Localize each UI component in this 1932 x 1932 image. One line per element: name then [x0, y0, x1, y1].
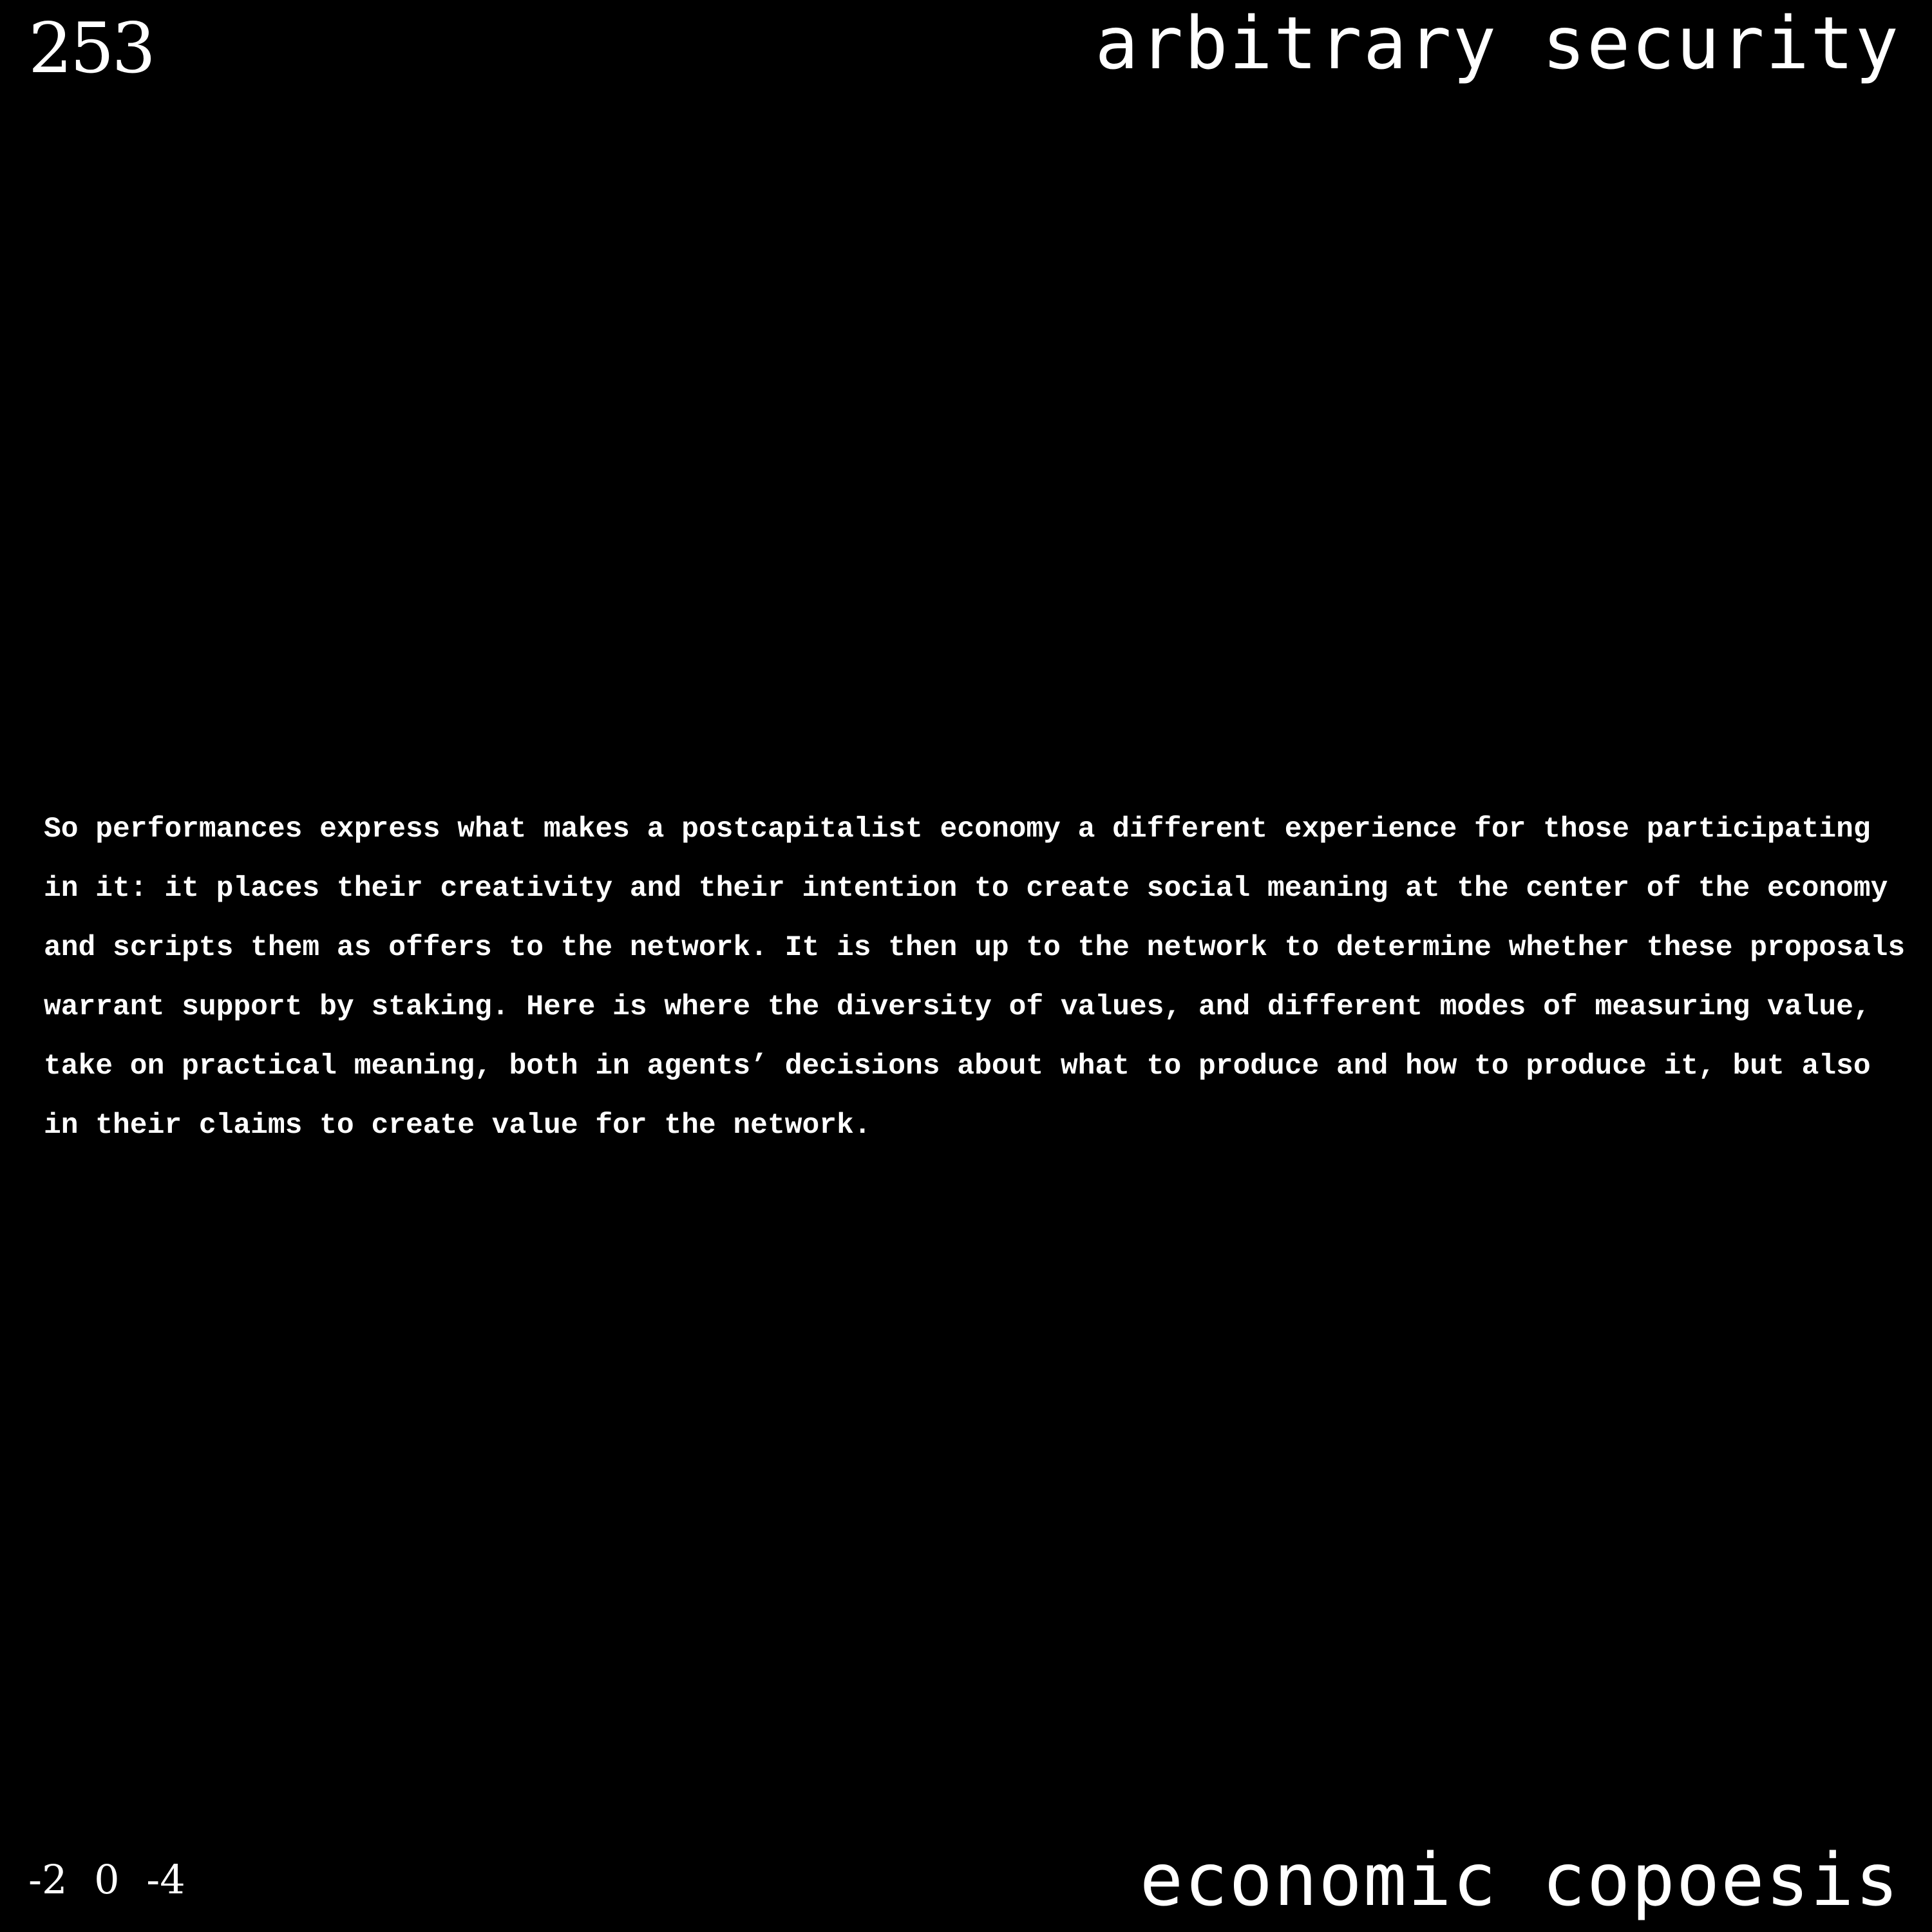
- body-line: So performances express what makes a pos…: [44, 813, 1871, 846]
- body-line: in their claims to create value for the …: [44, 1110, 871, 1142]
- footer-title: economic copoesis: [1139, 1839, 1900, 1922]
- body-line: and scripts them as offers to the networ…: [44, 932, 1906, 964]
- body-line: warrant support by staking. Here is wher…: [44, 991, 1871, 1023]
- body-line: in it: it places their creativity and th…: [44, 873, 1888, 905]
- section-title: arbitrary security: [1095, 2, 1900, 86]
- body-line: take on practical meaning, both in agent…: [44, 1050, 1871, 1083]
- footer-coordinates: -2 0 -4: [28, 1856, 185, 1903]
- page-number: 253: [28, 8, 156, 89]
- body-paragraph: So performances express what makes a pos…: [44, 800, 1906, 1155]
